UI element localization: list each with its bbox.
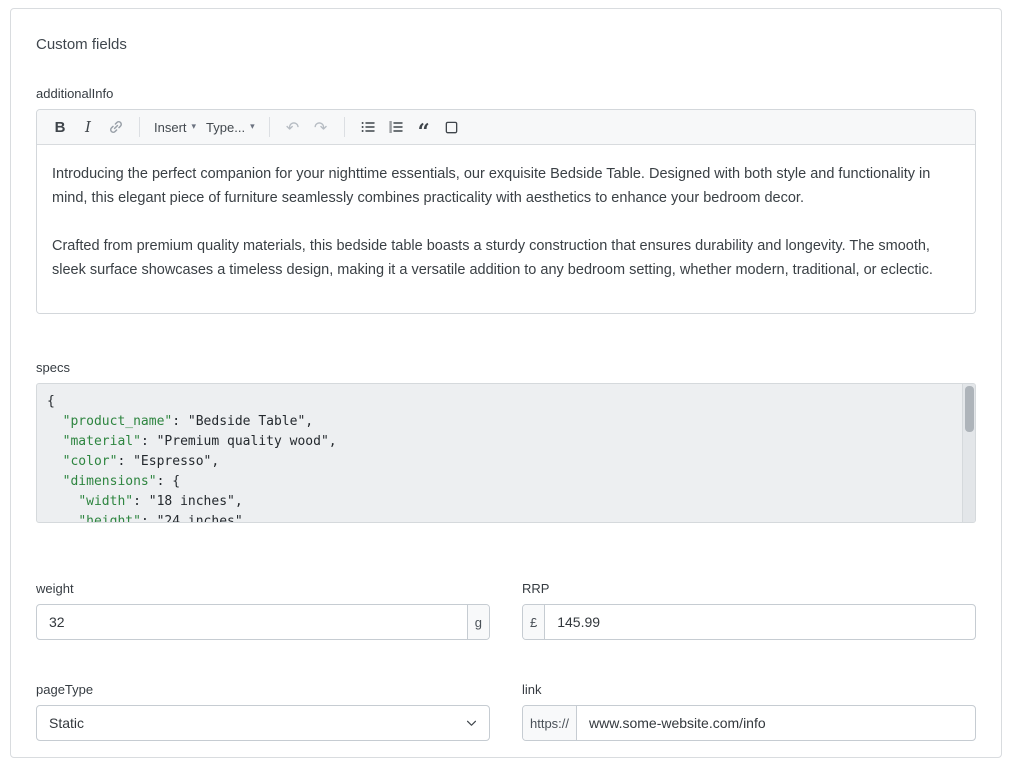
page-type-field: pageType Static xyxy=(36,682,490,741)
scrollbar-track[interactable] xyxy=(962,384,975,522)
rrp-label: RRP xyxy=(522,581,976,596)
page-type-select[interactable]: Static xyxy=(36,705,490,741)
redo-icon: ↷ xyxy=(314,118,327,137)
insert-dropdown[interactable]: Insert ▾ xyxy=(150,114,200,140)
rte-toolbar: B I Insert ▾ Ty xyxy=(37,110,975,145)
code-line: "height": "24 inches", xyxy=(47,512,953,523)
undo-button[interactable]: ↶ xyxy=(280,114,306,140)
pagetype-link-row: pageType Static link https:// xyxy=(36,682,976,741)
code-line: "width": "18 inches", xyxy=(47,492,953,512)
weight-unit-addon: g xyxy=(467,605,489,639)
page-type-selected-value: Static xyxy=(49,715,84,731)
redo-button[interactable]: ↷ xyxy=(308,114,334,140)
type-dropdown-label: Type... xyxy=(206,120,245,135)
weight-rrp-row: weight g RRP £ xyxy=(36,581,976,640)
link-input-group: https:// xyxy=(522,705,976,741)
link-field: link https:// xyxy=(522,682,976,741)
weight-field: weight g xyxy=(36,581,490,640)
rrp-input-group: £ xyxy=(522,604,976,640)
specs-label: specs xyxy=(36,360,976,375)
rrp-field: RRP £ xyxy=(522,581,976,640)
specs-code-editor[interactable]: { "product_name": "Bedside Table", "mate… xyxy=(36,383,976,523)
code-line: "material": "Premium quality wood", xyxy=(47,432,953,452)
image-icon xyxy=(444,120,459,135)
weight-input-group: g xyxy=(36,604,490,640)
weight-input[interactable] xyxy=(37,605,467,639)
ordered-list-button[interactable] xyxy=(383,114,409,140)
page: Custom fields additionalInfo B I xyxy=(0,0,1013,769)
rich-text-editor: B I Insert ▾ Ty xyxy=(36,109,976,314)
toolbar-divider xyxy=(139,117,140,137)
type-dropdown[interactable]: Type... ▾ xyxy=(202,114,259,140)
code-line: "color": "Espresso", xyxy=(47,452,953,472)
chevron-down-icon: ▾ xyxy=(250,122,255,132)
toolbar-divider xyxy=(269,117,270,137)
code-line: "product_name": "Bedside Table", xyxy=(47,412,953,432)
link-input[interactable] xyxy=(577,706,975,740)
italic-button[interactable]: I xyxy=(75,114,101,140)
code-line: { xyxy=(47,392,953,412)
page-type-label: pageType xyxy=(36,682,490,697)
quote-icon: “ xyxy=(418,127,430,137)
blockquote-button[interactable]: “ xyxy=(411,114,437,140)
rte-paragraph: Crafted from premium quality materials, … xyxy=(52,234,960,282)
image-button[interactable] xyxy=(439,114,465,140)
toolbar-divider xyxy=(344,117,345,137)
rrp-currency-addon: £ xyxy=(523,605,545,639)
additional-info-label: additionalInfo xyxy=(36,86,976,101)
scrollbar-thumb[interactable] xyxy=(965,386,974,432)
chevron-down-icon: ▾ xyxy=(192,122,197,132)
weight-label: weight xyxy=(36,581,490,596)
custom-fields-card: Custom fields additionalInfo B I xyxy=(10,8,1002,758)
link-icon xyxy=(108,119,124,135)
select-chevron-icon xyxy=(466,720,477,727)
rte-paragraph: Introducing the perfect companion for yo… xyxy=(52,162,960,210)
card-title: Custom fields xyxy=(36,36,976,53)
code-line: "dimensions": { xyxy=(47,472,953,492)
specs-code: { "product_name": "Bedside Table", "mate… xyxy=(37,384,975,523)
rrp-input[interactable] xyxy=(545,605,975,639)
link-button[interactable] xyxy=(103,114,129,140)
link-label: link xyxy=(522,682,976,697)
bold-button[interactable]: B xyxy=(47,114,73,140)
insert-dropdown-label: Insert xyxy=(154,120,187,135)
ordered-list-icon xyxy=(388,119,404,135)
link-protocol-addon: https:// xyxy=(523,706,577,740)
bullet-list-icon xyxy=(360,119,376,135)
additional-info-body[interactable]: Introducing the perfect companion for yo… xyxy=(37,145,975,313)
bullet-list-button[interactable] xyxy=(355,114,381,140)
undo-icon: ↶ xyxy=(286,118,299,137)
